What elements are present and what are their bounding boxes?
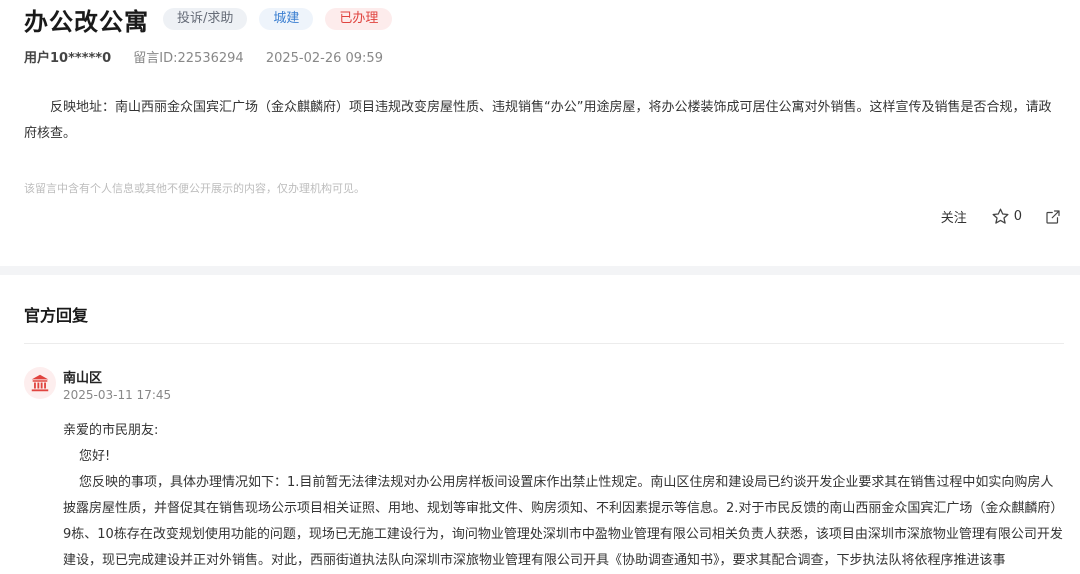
reply-time: 2025-03-11 17:45 (63, 388, 172, 402)
org-name: 南山区 (63, 371, 103, 386)
status-badge: 已办理 (325, 8, 393, 30)
reply-hello: 您好! (79, 449, 111, 464)
message-meta: 用户10*****0 留言ID:22536294 2025-02-26 09:5… (24, 47, 401, 66)
org-avatar (24, 367, 56, 399)
reply-body: 亲爱的市民朋友: 您好! 您反映的事项，具体办理情况如下：1.目前暂无法律法规对… (63, 418, 1065, 574)
star-count: 0 (1013, 209, 1022, 224)
section-divider (0, 266, 1080, 275)
message-datetime: 2025-02-26 09:59 (265, 51, 383, 66)
user-name: 用户10*****0 (24, 51, 112, 66)
privacy-notice: 该留言中含有个人信息或其他不便公开展示的内容，仅办理机构可见。 (24, 182, 365, 195)
page-title: 办公改公寓 (24, 7, 149, 36)
official-reply-section: 官方回复 南山区 2025-03-11 17:45 亲爱的市民朋友: 您好! 您… (0, 275, 1080, 569)
share-icon[interactable] (1044, 208, 1062, 226)
star-button[interactable]: 0 (991, 207, 1022, 226)
message-actions: 关注 0 (941, 207, 1062, 226)
reply-text: 您反映的事项，具体办理情况如下：1.目前暂无法律法规对办公用房样板间设置床作出禁… (63, 475, 1064, 568)
department-tag[interactable]: 城建 (259, 8, 314, 30)
category-tag[interactable]: 投诉/求助 (163, 8, 248, 30)
title-row: 办公改公寓 投诉/求助 城建 已办理 (24, 4, 404, 36)
reply-title-divider (24, 343, 1064, 344)
star-icon (992, 208, 1009, 224)
message-section: 办公改公寓 投诉/求助 城建 已办理 用户10*****0 留言ID:22536… (0, 0, 1080, 266)
reply-section-title: 官方回复 (24, 306, 89, 325)
reply-greeting: 亲爱的市民朋友: (63, 423, 159, 438)
message-id: 留言ID:22536294 (133, 51, 244, 66)
government-building-icon (31, 374, 49, 392)
follow-button[interactable]: 关注 (941, 207, 967, 226)
message-content: 反映地址：南山西丽金众国宾汇广场（金众麒麟府）项目违规改变房屋性质、违规销售“办… (24, 100, 1052, 141)
